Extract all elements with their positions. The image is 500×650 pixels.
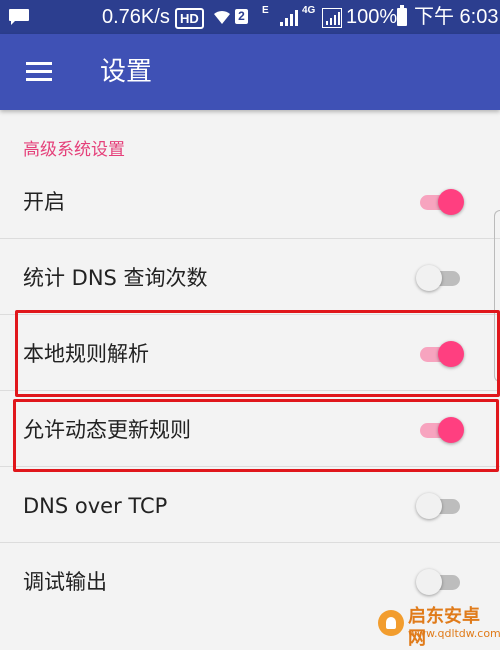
setting-label: 调试输出	[23, 570, 107, 594]
battery-icon	[397, 5, 407, 26]
app-toolbar: 设置	[0, 34, 500, 110]
message-icon	[9, 9, 29, 25]
signal-strength-icon	[280, 10, 298, 26]
watermark-logo-icon	[378, 610, 404, 636]
dns-count-toggle[interactable]	[416, 265, 464, 291]
network-speed: 0.76K/s	[102, 6, 170, 28]
page-title: 设置	[100, 57, 153, 87]
clock: 下午 6:03	[414, 6, 499, 28]
wifi-icon	[214, 10, 230, 24]
signal-strength-icon	[322, 8, 342, 28]
sim-slot-badge: 2	[235, 9, 248, 24]
dns-over-tcp-toggle[interactable]	[416, 493, 464, 519]
highlight-box	[15, 310, 500, 397]
setting-row-dns-over-tcp[interactable]: DNS over TCP	[0, 467, 500, 543]
network-type-label: 4G	[302, 5, 316, 16]
watermark: 启东安卓网 www.qdltdw.com	[378, 606, 500, 649]
menu-icon[interactable]	[26, 62, 52, 82]
watermark-url: www.qdltdw.com	[408, 627, 500, 640]
hd-badge: HD	[175, 8, 204, 29]
setting-label: 统计 DNS 查询次数	[23, 266, 208, 290]
highlight-box	[13, 399, 499, 472]
edge-indicator: E	[262, 5, 269, 16]
settings-category-header: 高级系统设置	[23, 140, 125, 160]
battery-percentage: 100%	[346, 6, 398, 28]
enable-toggle[interactable]	[416, 189, 464, 215]
debug-output-toggle[interactable]	[416, 569, 464, 595]
setting-label: 开启	[23, 190, 65, 214]
setting-row-enable[interactable]: 开启	[0, 163, 500, 239]
setting-label: DNS over TCP	[23, 494, 168, 518]
setting-row-dns-count[interactable]: 统计 DNS 查询次数	[0, 239, 500, 315]
status-bar: 0.76K/s HD 2 E 4G 100% 下午 6:03	[0, 0, 500, 34]
